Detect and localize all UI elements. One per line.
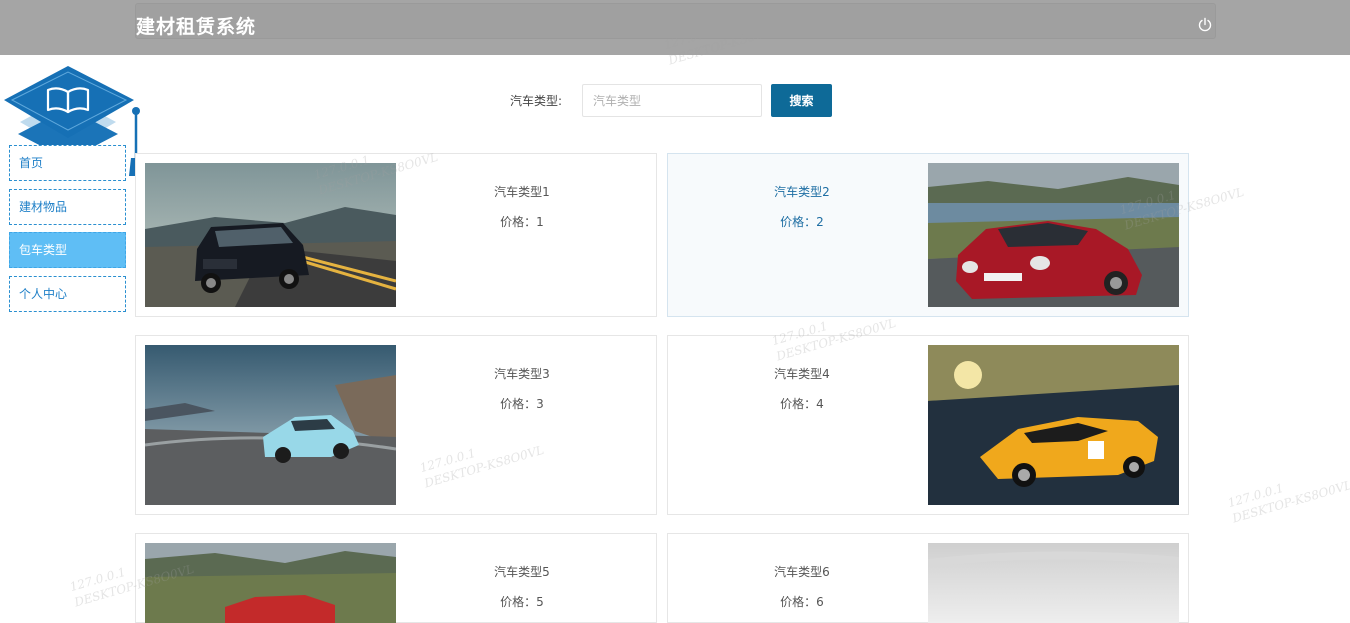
vehicle-photo [928, 543, 1179, 623]
vehicle-price: 价格：5 [500, 595, 544, 609]
vehicle-card[interactable]: 汽车类型4 价格：4 [667, 335, 1189, 515]
search-label: 汽车类型: [510, 94, 563, 108]
sidebar-item-home[interactable]: 首页 [9, 145, 126, 181]
watermark: 127.0.0.1 DESKTOP-KS8O0VL [1226, 477, 1350, 526]
vehicle-card[interactable]: 汽车类型6 价格：6 [667, 533, 1189, 623]
sidebar-item-profile[interactable]: 个人中心 [9, 275, 126, 312]
vehicle-price: 价格：1 [500, 215, 544, 229]
vehicle-photo [145, 163, 396, 307]
vehicle-price: 价格：6 [780, 595, 824, 609]
vehicle-card[interactable]: 汽车类型3 价格：3 [135, 335, 657, 515]
vehicle-type-name: 汽车类型2 [774, 185, 830, 199]
header-bar: 建材租赁系统 [135, 3, 1216, 39]
vehicle-type-name: 汽车类型4 [774, 367, 830, 381]
power-icon[interactable] [1197, 17, 1213, 33]
vehicle-type-search-input[interactable] [582, 84, 762, 117]
vehicle-photo [145, 345, 396, 505]
vehicle-price: 价格：4 [780, 397, 824, 411]
vehicle-type-name: 汽车类型6 [774, 565, 830, 579]
app-title: 建材租赁系统 [136, 16, 257, 38]
vehicle-photo [928, 163, 1179, 307]
vehicle-photo [928, 345, 1179, 505]
search-button[interactable]: 搜索 [771, 84, 832, 117]
vehicle-photo [145, 543, 396, 623]
vehicle-type-name: 汽车类型5 [494, 565, 550, 579]
vehicle-type-name: 汽车类型3 [494, 367, 550, 381]
sidebar-item-vehicle-types[interactable]: 包车类型 [9, 232, 126, 268]
sidebar-item-materials[interactable]: 建材物品 [9, 188, 126, 225]
vehicle-card[interactable]: 汽车类型1 价格：1 [135, 153, 657, 317]
vehicle-price: 价格：2 [780, 215, 824, 229]
top-header: 建材租赁系统 [0, 0, 1350, 55]
vehicle-card[interactable]: 汽车类型2 价格：2 [667, 153, 1189, 317]
vehicle-type-name: 汽车类型1 [494, 185, 550, 199]
vehicle-price: 价格：3 [500, 397, 544, 411]
sidebar-nav: 首页 建材物品 包车类型 个人中心 [9, 145, 126, 319]
vehicle-card[interactable]: 汽车类型5 价格：5 [135, 533, 657, 623]
